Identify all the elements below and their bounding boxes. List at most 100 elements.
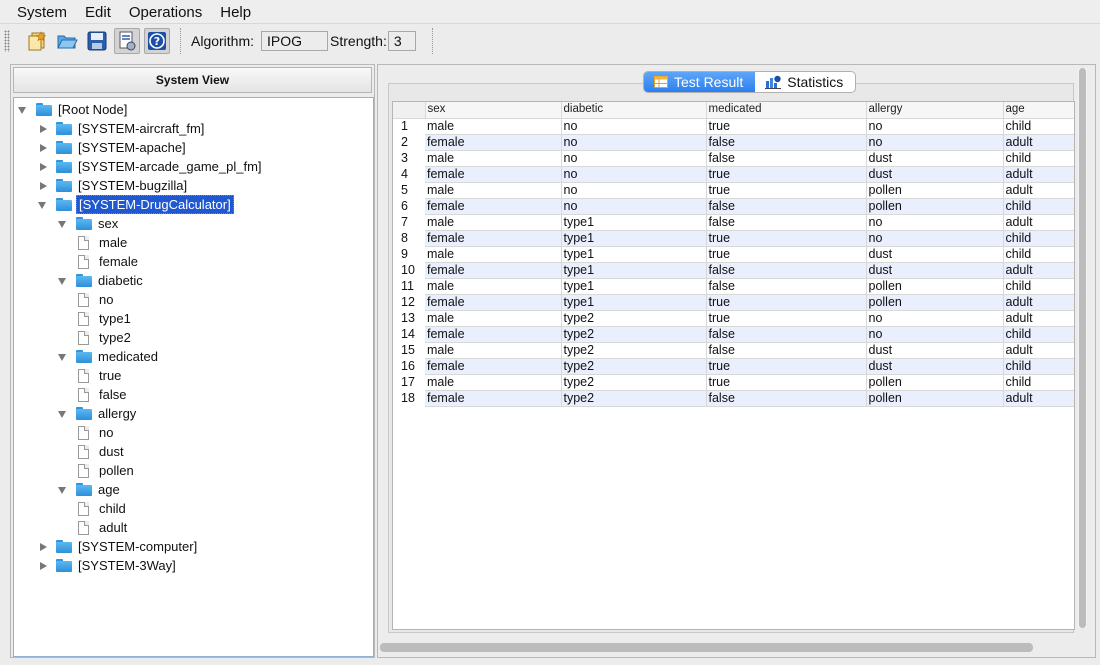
table-cell[interactable]: true (706, 182, 867, 199)
table-row[interactable]: 11 male type1 false pollen child (393, 278, 1074, 295)
table-cell[interactable]: dust (866, 150, 1004, 167)
table-cell[interactable]: type2 (561, 310, 707, 327)
table-cell[interactable]: false (706, 390, 867, 407)
table-cell[interactable]: male (425, 118, 562, 135)
table-cell[interactable]: child (1003, 246, 1074, 263)
tree-folder-node[interactable]: sex (58, 214, 120, 233)
table-cell[interactable]: child (1003, 326, 1074, 343)
table-cell[interactable]: child (1003, 358, 1074, 375)
table-row[interactable]: 9 male type1 true dust child (393, 246, 1074, 263)
table-cell[interactable]: false (706, 326, 867, 343)
tree-folder-node[interactable]: [SYSTEM-apache] (38, 138, 188, 157)
tree-leaf-node[interactable]: type2 (78, 328, 133, 347)
table-cell[interactable]: no (866, 230, 1004, 247)
expand-arrow-down-icon[interactable] (58, 276, 68, 286)
tree-folder-node[interactable]: age (58, 480, 122, 499)
tab-test-result[interactable]: Test Result (644, 72, 756, 92)
table-cell[interactable]: no (561, 182, 707, 199)
table-cell[interactable]: pollen (866, 278, 1004, 295)
table-cell[interactable]: pollen (866, 198, 1004, 215)
table-cell[interactable]: child (1003, 374, 1074, 391)
expand-arrow-down-icon[interactable] (58, 219, 68, 229)
table-row[interactable]: 7 male type1 false no adult (393, 214, 1074, 231)
tree-leaf-node[interactable]: true (78, 366, 123, 385)
expand-arrow-down-icon[interactable] (18, 105, 28, 115)
table-cell[interactable]: type1 (561, 214, 707, 231)
tree-folder-node[interactable]: allergy (58, 404, 138, 423)
results-vertical-scroll-thumb[interactable] (1079, 68, 1086, 628)
tree-folder-node[interactable]: [SYSTEM-DrugCalculator] (38, 195, 234, 214)
table-cell[interactable]: true (706, 118, 867, 135)
tree-folder-node[interactable]: [SYSTEM-computer] (38, 537, 199, 556)
table-cell[interactable]: dust (866, 166, 1004, 183)
table-cell[interactable]: true (706, 166, 867, 183)
table-row[interactable]: 6 female no false pollen child (393, 198, 1074, 215)
table-cell[interactable]: no (561, 134, 707, 151)
table-cell[interactable]: type2 (561, 342, 707, 359)
tree-leaf-node[interactable]: child (78, 499, 128, 518)
table-cell[interactable]: no (561, 198, 707, 215)
table-row[interactable]: 16 female type2 true dust child (393, 358, 1074, 375)
menu-help[interactable]: Help (211, 0, 260, 24)
tree-folder-node[interactable]: diabetic (58, 271, 145, 290)
table-cell[interactable]: no (561, 118, 707, 135)
table-cell[interactable]: no (866, 326, 1004, 343)
table-row[interactable]: 2 female no false no adult (393, 134, 1074, 151)
tree-leaf-node[interactable]: no (78, 423, 115, 442)
table-cell[interactable]: no (866, 310, 1004, 327)
results-horizontal-scrollbar[interactable] (380, 643, 1033, 652)
table-cell[interactable]: adult (1003, 214, 1074, 231)
expand-arrow-right-icon[interactable] (38, 124, 48, 134)
expand-arrow-right-icon[interactable] (38, 162, 48, 172)
table-cell[interactable]: child (1003, 198, 1074, 215)
table-cell[interactable]: type2 (561, 326, 707, 343)
expand-arrow-right-icon[interactable] (38, 542, 48, 552)
tree-leaf-node[interactable]: adult (78, 518, 129, 537)
tree-leaf-node[interactable]: female (78, 252, 140, 271)
table-cell[interactable]: male (425, 182, 562, 199)
table-cell[interactable]: child (1003, 150, 1074, 167)
table-cell[interactable]: adult (1003, 166, 1074, 183)
tree-folder-node[interactable]: [Root Node] (18, 100, 129, 119)
tree-leaf-node[interactable]: type1 (78, 309, 133, 328)
table-cell[interactable]: type1 (561, 262, 707, 279)
table-cell[interactable]: female (425, 230, 562, 247)
table-cell[interactable]: female (425, 390, 562, 407)
table-cell[interactable]: no (866, 118, 1004, 135)
algorithm-field[interactable]: IPOG (261, 31, 329, 51)
table-cell[interactable]: false (706, 342, 867, 359)
table-cell[interactable]: false (706, 278, 867, 295)
help-button[interactable]: ? (144, 28, 170, 54)
tree-folder-node[interactable]: medicated (58, 347, 160, 366)
tree-folder-node[interactable]: [SYSTEM-bugzilla] (38, 176, 189, 195)
menu-system[interactable]: System (8, 0, 76, 24)
column-header-sex[interactable]: sex (425, 102, 562, 119)
table-row[interactable]: 4 female no true dust adult (393, 166, 1074, 183)
table-cell[interactable]: no (561, 150, 707, 167)
expand-arrow-right-icon[interactable] (38, 181, 48, 191)
system-tree[interactable]: [Root Node] [SYSTEM-aircraft_fm] [SYSTEM-a… (13, 97, 374, 657)
table-cell[interactable]: adult (1003, 182, 1074, 199)
tree-leaf-node[interactable]: male (78, 233, 129, 252)
tree-leaf-node[interactable]: pollen (78, 461, 136, 480)
table-cell[interactable]: dust (866, 342, 1004, 359)
table-cell[interactable]: adult (1003, 294, 1074, 311)
table-row[interactable]: 1 male no true no child (393, 118, 1074, 135)
table-cell[interactable]: false (706, 150, 867, 167)
table-row[interactable]: 15 male type2 false dust adult (393, 342, 1074, 359)
tree-folder-node[interactable]: [SYSTEM-3Way] (38, 556, 178, 575)
table-cell[interactable]: male (425, 150, 562, 167)
table-cell[interactable]: true (706, 374, 867, 391)
table-cell[interactable]: false (706, 134, 867, 151)
table-cell[interactable]: female (425, 294, 562, 311)
table-cell[interactable]: pollen (866, 374, 1004, 391)
open-button[interactable] (54, 28, 80, 54)
table-cell[interactable]: male (425, 342, 562, 359)
strength-field[interactable]: 3 (387, 31, 416, 51)
table-cell[interactable]: type1 (561, 230, 707, 247)
table-cell[interactable]: female (425, 326, 562, 343)
table-cell[interactable]: type2 (561, 358, 707, 375)
table-cell[interactable]: true (706, 358, 867, 375)
results-vertical-scrollbar[interactable] (1078, 68, 1087, 628)
table-cell[interactable]: no (561, 166, 707, 183)
